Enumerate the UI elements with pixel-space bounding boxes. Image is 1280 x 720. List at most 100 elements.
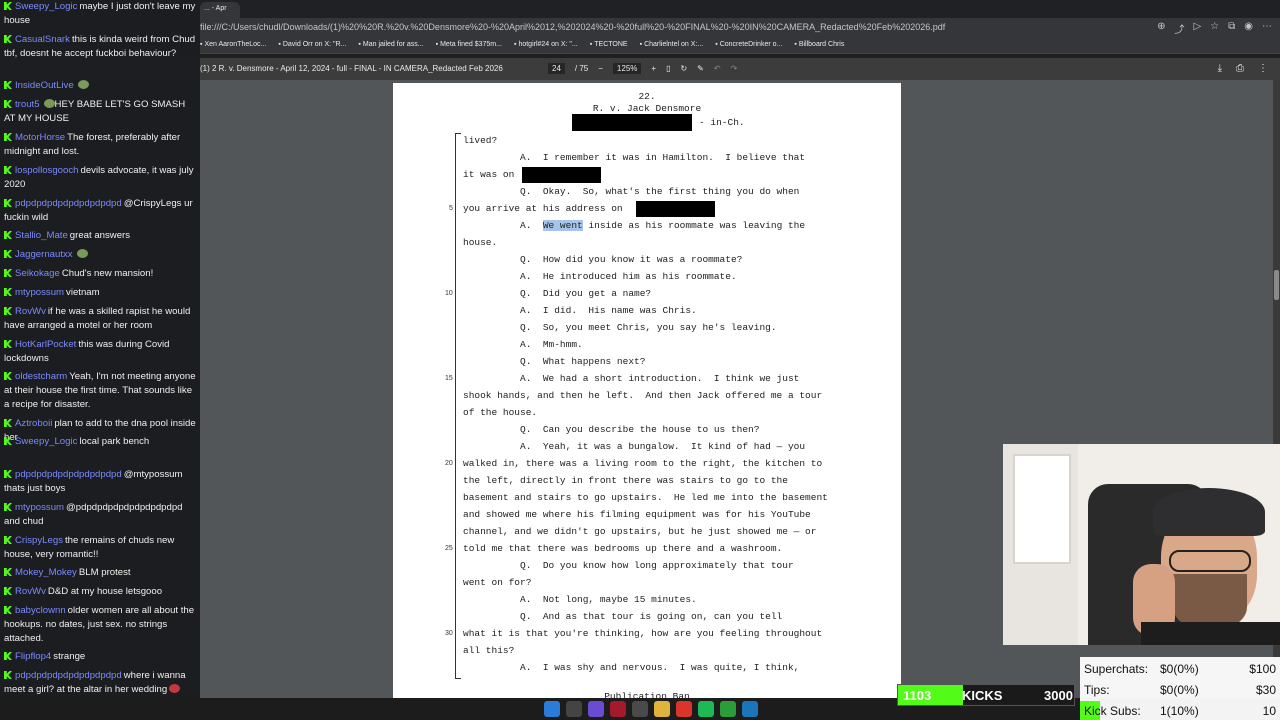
xbox-icon[interactable] — [720, 701, 736, 717]
app-icon[interactable] — [676, 701, 692, 717]
chat-username[interactable]: Mokey_Mokey — [15, 567, 77, 578]
fit-page-icon[interactable]: ▯ — [666, 64, 670, 73]
chat-username[interactable]: HotKarlPocket — [15, 339, 76, 350]
menu-icon[interactable]: ⋯ — [1262, 21, 1272, 36]
undo-icon[interactable]: ↶ — [714, 64, 721, 73]
chat-message: HotKarlPocket this was during Covid lockd… — [4, 338, 196, 366]
chat-username[interactable]: Aztroboii — [15, 418, 52, 429]
zoom-icon[interactable]: ⊕ — [1157, 21, 1165, 36]
chat-username[interactable]: Flipflop4 — [15, 651, 51, 662]
page-number: 22. — [638, 91, 656, 102]
chat-username[interactable]: mtypossum — [15, 287, 64, 298]
bookmark-item[interactable]: ▪ Billboard Chris — [794, 41, 844, 48]
chat-username[interactable]: trout5 — [15, 99, 40, 110]
url-text[interactable]: file:///C:/Users/chudl/Downloads/(1)%20%… — [200, 22, 945, 32]
bookmark-item[interactable]: ▪ Man jailed for ass... — [358, 41, 423, 48]
chat-username[interactable]: lospollosgooch — [15, 165, 78, 176]
windows-start-icon[interactable] — [544, 701, 560, 717]
print-icon[interactable]: ⎙ — [1236, 63, 1244, 74]
steam-icon[interactable] — [742, 701, 758, 717]
chat-message: CrispyLegs the remains of chuds new house… — [4, 534, 196, 562]
bookmark-item[interactable]: ▪ Xen AaronTheLoc... — [200, 41, 266, 48]
chat-message: Seikokage Chud's new mansion! — [4, 267, 196, 281]
chat-username[interactable]: pdpdpdpdpdpdpdpdpdpd — [15, 198, 122, 209]
bookmark-item[interactable]: ▪ Charlielntel on X:... — [640, 41, 704, 48]
chrome-icon[interactable] — [632, 701, 648, 717]
case-title: R. v. Jack Densmore — [592, 103, 702, 114]
bookmark-item[interactable]: ▪ Meta fined $375m... — [436, 41, 502, 48]
bookmark-item[interactable]: ▪ ConcreteDrinker o... — [715, 41, 782, 48]
tab-title[interactable]: ... - Apr — [204, 5, 227, 12]
chat-message: Mokey_Mokey BLM protest — [4, 566, 196, 580]
line-number: 25 — [445, 545, 453, 552]
chat-username[interactable]: Seikokage — [15, 268, 60, 279]
app-icon[interactable] — [610, 701, 626, 717]
chat-username[interactable]: oldestcharm — [15, 371, 67, 382]
chat-username[interactable]: Stallio_Mate — [15, 230, 68, 241]
chat-username[interactable]: RovWv — [15, 586, 46, 597]
redo-icon[interactable]: ↷ — [731, 64, 738, 73]
goal-row: Tips: $0(0%) $30 — [1080, 680, 1280, 700]
bookmark-favicon-icon: ▪ — [435, 41, 439, 48]
profile-icon[interactable]: ◉ — [1244, 21, 1253, 36]
app-icon[interactable] — [588, 701, 604, 717]
rotate-icon[interactable]: ↻ — [680, 64, 687, 73]
chat-username[interactable]: pdpdpdpdpdpdpdpdpdpd — [15, 670, 122, 681]
chat-username[interactable]: InsideOutLive — [15, 80, 74, 91]
chat-text: BLM protest — [78, 567, 131, 578]
chat-message: pdpdpdpdpdpdpdpdpdpd @CrispyLegs ur fucki… — [4, 197, 196, 225]
chat-username[interactable]: mtypossum — [15, 502, 64, 513]
chat-panel[interactable]: Sweepy_Logic maybe I just don't leave my … — [0, 0, 200, 720]
kick-badge-icon — [4, 166, 12, 174]
bookmark-favicon-icon: ▪ — [200, 41, 203, 48]
transcript-line: A. I was shy and nervous. I was quite, I… — [463, 662, 800, 673]
share-icon[interactable]: ⤴ — [1174, 21, 1184, 36]
kicks-label: KICKS — [962, 688, 1003, 703]
transcript-line: it was on — [463, 169, 515, 180]
bookmark-item[interactable]: ▪ hotgirl#24 on X: "... — [514, 41, 578, 48]
chat-username[interactable]: pdpdpdpdpdpdpdpdpdpd — [15, 469, 122, 480]
draw-icon[interactable]: ✎ — [697, 64, 704, 73]
scrollbar-thumb[interactable] — [1274, 270, 1279, 300]
transcript-line: Q. Okay. So, what's the first thing you … — [463, 186, 800, 197]
chat-message: babyclownn older women are all about the … — [4, 604, 196, 646]
spotify-icon[interactable] — [698, 701, 714, 717]
extensions-icon[interactable]: ⧉ — [1228, 21, 1235, 36]
kick-badge-icon — [4, 587, 12, 595]
bookmarks-list: ▪ Xen AaronTheLoc... ▪ David Orr on X: "R..… — [200, 41, 844, 48]
zoom-in-button[interactable]: + — [651, 64, 656, 73]
kick-badge-icon — [4, 503, 12, 511]
kick-badge-icon — [4, 250, 12, 258]
chat-username[interactable]: MotorHorse — [15, 132, 65, 143]
bookmark-label: Billboard Chris — [798, 41, 845, 48]
kick-badge-icon — [4, 372, 12, 380]
kick-badge-icon — [4, 100, 12, 108]
page-number-input[interactable]: 24 — [548, 63, 565, 74]
webcam-streamer-beard — [1173, 574, 1247, 629]
chat-username[interactable]: CasualSnark — [15, 34, 70, 45]
zoom-input[interactable]: 125% — [612, 63, 642, 74]
chat-username[interactable]: Sweepy_Logic — [15, 1, 77, 12]
kick-badge-icon — [4, 288, 12, 296]
transcript-line: A. He introduced him as his roommate. — [463, 271, 737, 282]
more-options-icon[interactable]: ⋮ — [1258, 63, 1268, 74]
chat-username[interactable]: RovWv — [15, 306, 46, 317]
chat-username[interactable]: Sweepy_Logic — [15, 436, 77, 447]
play-icon[interactable]: ▷ — [1193, 21, 1201, 36]
taskbar-icons — [544, 701, 758, 717]
bookmark-item[interactable]: ▪ David Orr on X: "R... — [278, 41, 346, 48]
transcript-line: the left, directly in front there was st… — [463, 475, 788, 486]
in-ch-label: - in-Ch. — [699, 117, 745, 128]
transcript-line: Q. What happens next? — [463, 356, 646, 367]
search-icon[interactable] — [566, 701, 582, 717]
pdf-page-controls: 24 / 75 − 125% + ▯ ↻ ✎ ↶ ↷ — [548, 63, 737, 74]
bookmark-star-icon[interactable]: ☆ — [1210, 21, 1219, 36]
download-icon[interactable]: ⤓ — [1218, 63, 1222, 74]
chat-username[interactable]: babyclownn — [15, 605, 66, 616]
redaction-box — [522, 167, 601, 183]
bookmark-item[interactable]: ▪ TECTONE — [590, 41, 628, 48]
chat-username[interactable]: CrispyLegs — [15, 535, 63, 546]
file-explorer-icon[interactable] — [654, 701, 670, 717]
zoom-out-button[interactable]: − — [598, 64, 603, 73]
chat-username[interactable]: Jaggernautxx — [15, 249, 73, 260]
